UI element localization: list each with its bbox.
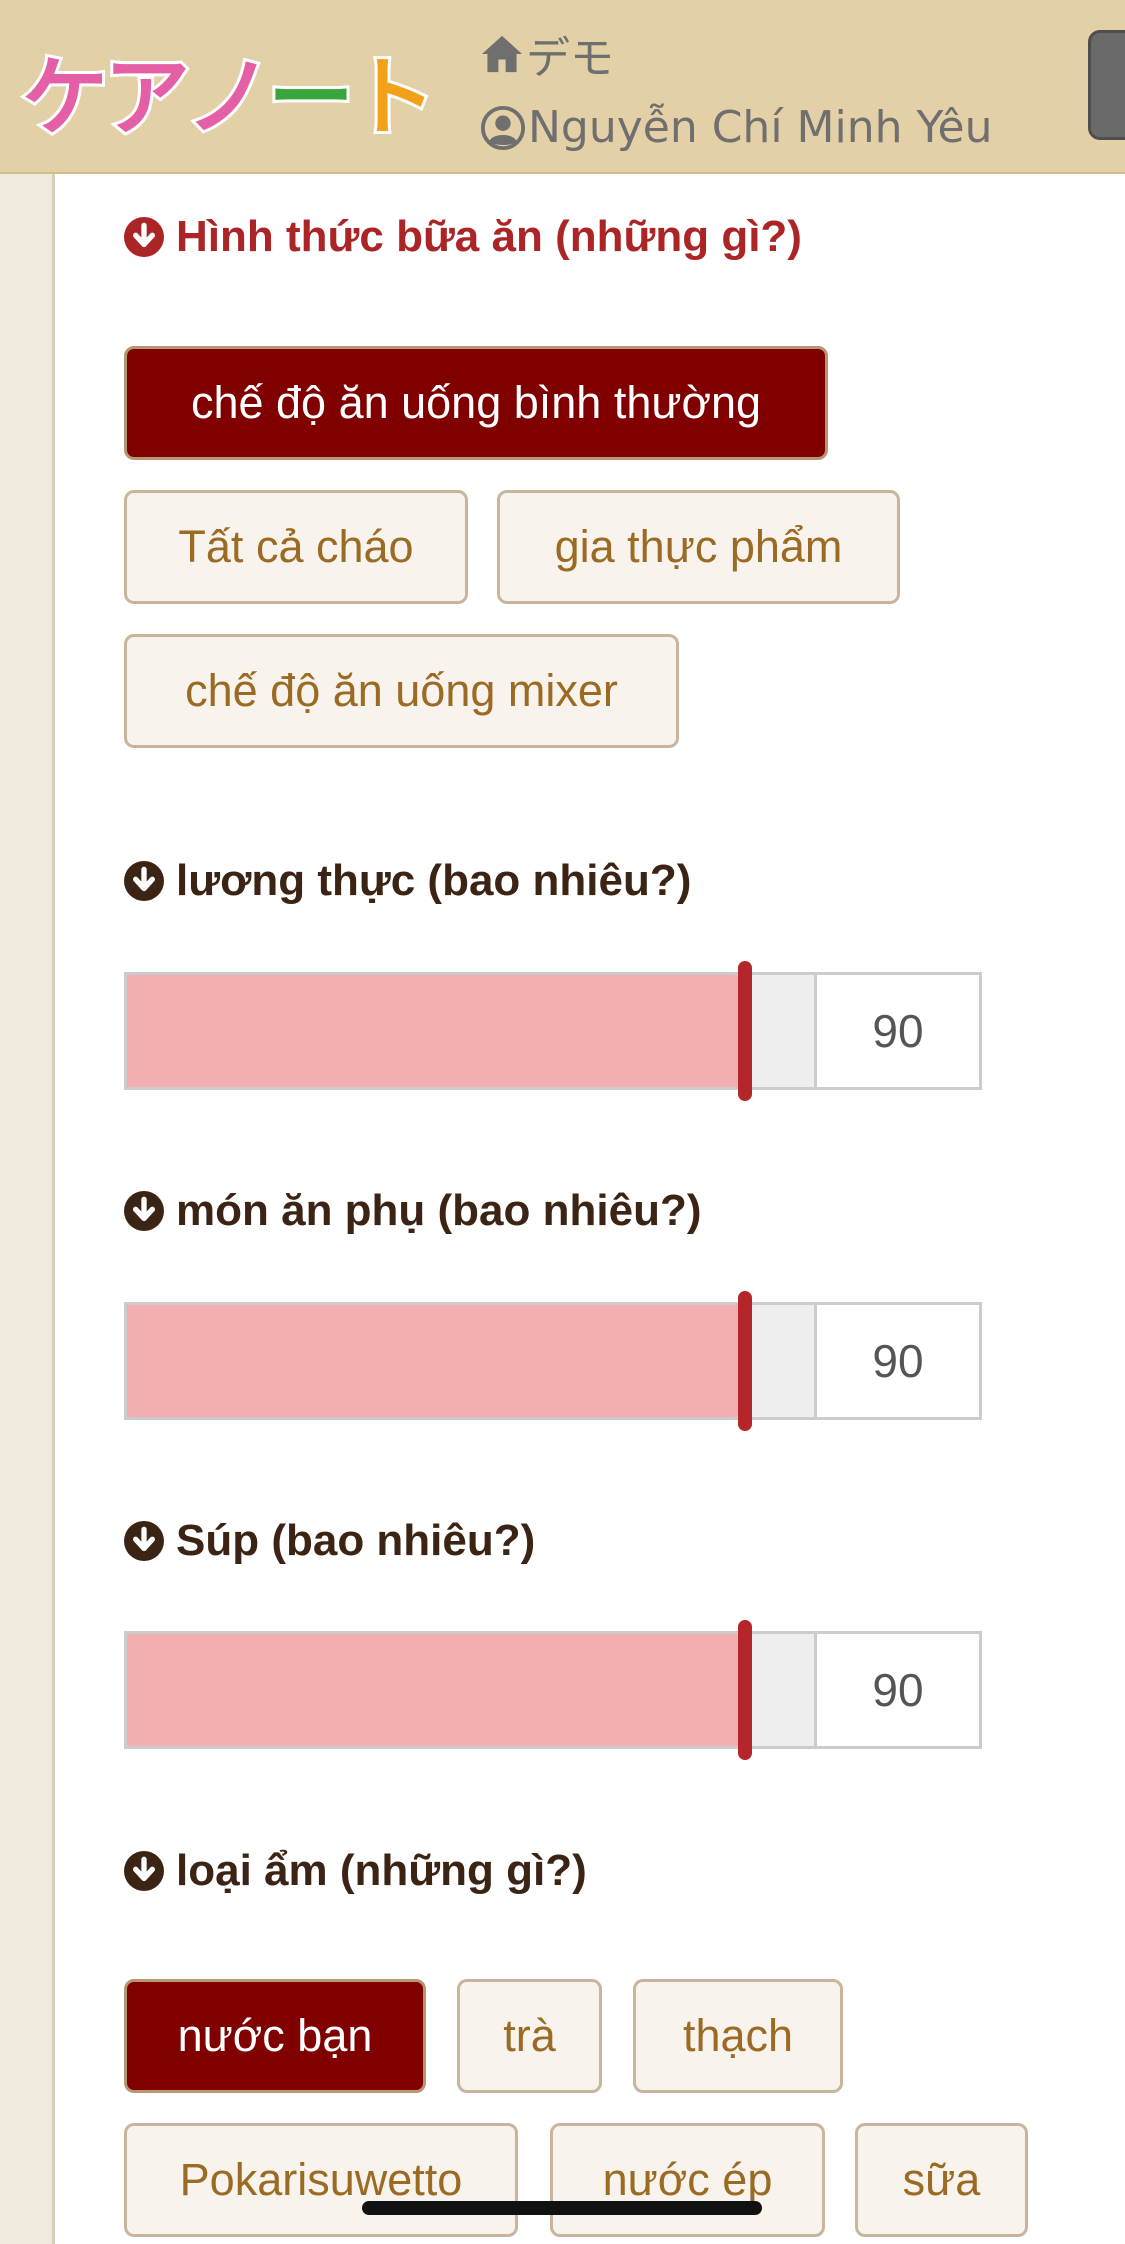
staple-value-field[interactable]: 90 [814, 975, 979, 1087]
user-circle-icon [480, 105, 526, 150]
user-name: Nguyễn Chí Minh Yêu [528, 102, 993, 153]
side-strip [0, 174, 55, 2244]
home-label: デモ [526, 33, 614, 84]
side-dish-slider[interactable]: 90 [124, 1291, 982, 1431]
drink-option-label: thạch [682, 2010, 794, 2061]
soup-value-field[interactable]: 90 [814, 1634, 979, 1746]
meal-option-mixer[interactable]: chế độ ăn uống mixer [124, 634, 679, 748]
slider-track[interactable] [127, 1291, 814, 1431]
meal-option-label: chế độ ăn uống bình thường [190, 377, 762, 428]
meal-option-label: Tất cả cháo [178, 521, 414, 572]
slider-fill [127, 1305, 745, 1417]
arrow-down-circle-icon [124, 1851, 164, 1891]
logo-char-2: ア [101, 45, 193, 151]
drink-option-pocari[interactable]: Pokarisuwetto [124, 2123, 518, 2237]
arrow-down-circle-icon [124, 1521, 164, 1561]
arrow-down-circle-icon [124, 1191, 164, 1231]
hamburger-menu-icon: ⋮ [1105, 56, 1125, 109]
soup-slider[interactable]: 90 [124, 1620, 982, 1760]
drink-option-juice[interactable]: nước ép [550, 2123, 825, 2237]
home-icon [482, 35, 522, 73]
drink-type-title: loại ẩm (những gì?) [124, 1846, 587, 1896]
staple-slider[interactable]: 90 [124, 961, 982, 1101]
app-logo[interactable]: ケアノート [19, 34, 439, 151]
soup-title: Súp (bao nhiêu?) [124, 1516, 535, 1566]
meal-form-title: Hình thức bữa ăn (những gì?) [124, 212, 802, 262]
soup-value: 90 [872, 1664, 924, 1716]
drink-option-tea[interactable]: trà [457, 1979, 602, 2093]
staple-title: lương thực (bao nhiêu?) [124, 856, 691, 906]
soup-title-text: Súp (bao nhiêu?) [176, 1516, 536, 1565]
drink-type-title-text: loại ẩm (những gì?) [176, 1846, 587, 1895]
drink-option-label: sữa [902, 2154, 981, 2205]
drink-option-label: nước bạn [177, 2010, 373, 2061]
slider-handle[interactable] [738, 1291, 752, 1431]
staple-value: 90 [872, 1005, 924, 1057]
slider-fill [127, 975, 745, 1087]
meal-option-label: chế độ ăn uống mixer [185, 665, 618, 716]
arrow-down-circle-icon [124, 217, 164, 257]
slider-handle[interactable] [738, 961, 752, 1101]
drink-option-label: nước ép [602, 2154, 773, 2205]
arrow-down-circle-icon [124, 861, 164, 901]
drink-option-label: Pokarisuwetto [179, 2154, 463, 2205]
logo-char-3: ノ [183, 45, 275, 151]
drink-option-water[interactable]: nước bạn [124, 1979, 426, 2093]
drink-option-jelly[interactable]: thạch [633, 1979, 843, 2093]
side-dish-value-field[interactable]: 90 [814, 1305, 979, 1417]
slider-handle[interactable] [738, 1620, 752, 1760]
menu-button[interactable]: ⋮ [1088, 30, 1125, 140]
slider-track[interactable] [127, 961, 814, 1101]
meal-form-title-text: Hình thức bữa ăn (những gì?) [176, 212, 802, 261]
slider-fill [127, 1634, 745, 1746]
logo-char-4: ー [265, 45, 357, 151]
home-indicator[interactable] [362, 2201, 762, 2215]
meal-option-porridge[interactable]: Tất cả cháo [124, 490, 468, 604]
side-dish-value: 90 [872, 1335, 924, 1387]
side-dish-title: món ăn phụ (bao nhiêu?) [124, 1186, 702, 1236]
logo-char-5: ト [347, 45, 439, 151]
meal-option-label: gia thực phẩm [554, 521, 843, 572]
meal-option-normal[interactable]: chế độ ăn uống bình thường [124, 346, 828, 460]
slider-track[interactable] [127, 1620, 814, 1760]
staple-title-text: lương thực (bao nhiêu?) [176, 856, 692, 905]
home-link[interactable]: デモ [480, 22, 614, 86]
logo-char-1: ケ [19, 45, 111, 151]
drink-option-label: trà [503, 2010, 556, 2061]
drink-option-milk[interactable]: sữa [855, 2123, 1028, 2237]
meal-option-processed[interactable]: gia thực phẩm [497, 490, 900, 604]
side-dish-title-text: món ăn phụ (bao nhiêu?) [176, 1186, 702, 1235]
app-header: ケアノート デモ Nguyễn Chí Minh Yêu ⋮ [0, 0, 1125, 174]
user-info[interactable]: Nguyễn Chí Minh Yêu [480, 102, 992, 153]
